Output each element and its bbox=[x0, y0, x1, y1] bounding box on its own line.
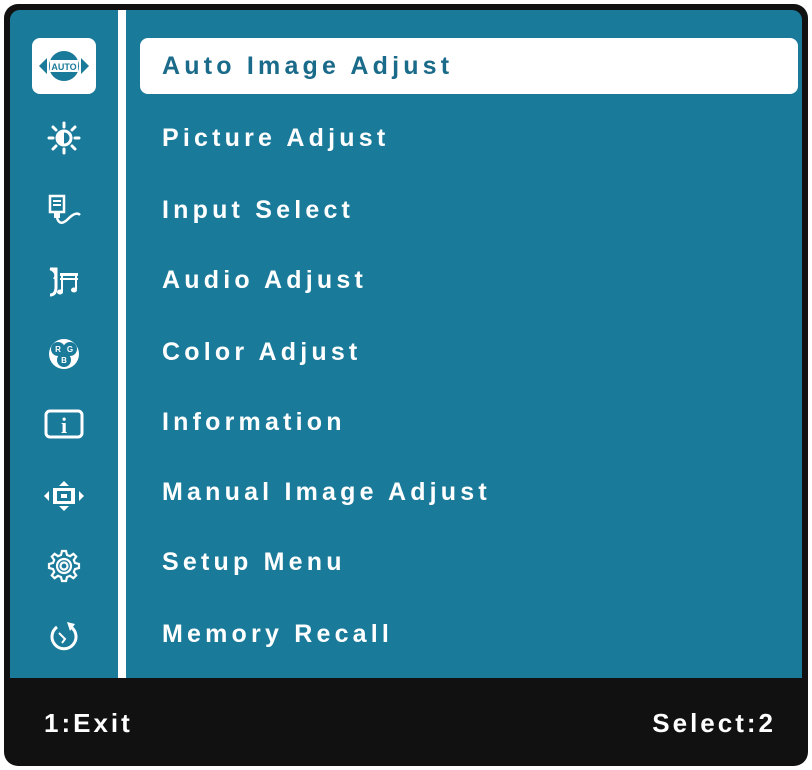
manual-image-icon[interactable] bbox=[32, 468, 96, 524]
menu-item-auto-image-adjust[interactable]: Auto Image Adjust bbox=[140, 38, 798, 94]
main-menu-panel: AUTO R G B i Auto Image Adjust Picture A… bbox=[10, 10, 802, 678]
menu-item-color-adjust[interactable]: Color Adjust bbox=[140, 324, 798, 380]
select-hint[interactable]: Select:2 bbox=[652, 708, 776, 739]
input-icon[interactable] bbox=[32, 182, 96, 238]
menu-item-manual-image-adjust[interactable]: Manual Image Adjust bbox=[140, 464, 798, 520]
svg-text:R: R bbox=[55, 345, 61, 354]
menu-item-setup-menu[interactable]: Setup Menu bbox=[140, 534, 798, 590]
rgb-icon[interactable]: R G B bbox=[32, 326, 96, 382]
menu-item-memory-recall[interactable]: Memory Recall bbox=[140, 606, 798, 662]
audio-icon[interactable] bbox=[32, 254, 96, 310]
info-icon[interactable]: i bbox=[32, 396, 96, 452]
footer-bar: 1:Exit Select:2 bbox=[4, 684, 808, 766]
auto-icon[interactable]: AUTO bbox=[32, 38, 96, 94]
recall-icon[interactable] bbox=[32, 608, 96, 664]
icon-column: AUTO R G B i bbox=[10, 10, 118, 678]
svg-text:B: B bbox=[61, 356, 67, 365]
svg-text:G: G bbox=[67, 345, 73, 354]
column-divider bbox=[118, 10, 126, 678]
svg-text:i: i bbox=[61, 413, 67, 438]
gear-icon[interactable] bbox=[32, 538, 96, 594]
menu-item-input-select[interactable]: Input Select bbox=[140, 182, 798, 238]
osd-menu-frame: AUTO R G B i Auto Image Adjust Picture A… bbox=[4, 4, 808, 766]
svg-text:AUTO: AUTO bbox=[51, 62, 76, 72]
brightness-icon[interactable] bbox=[32, 110, 96, 166]
menu-item-audio-adjust[interactable]: Audio Adjust bbox=[140, 252, 798, 308]
menu-item-information[interactable]: Information bbox=[140, 394, 798, 450]
exit-hint[interactable]: 1:Exit bbox=[44, 708, 133, 739]
menu-item-picture-adjust[interactable]: Picture Adjust bbox=[140, 110, 798, 166]
